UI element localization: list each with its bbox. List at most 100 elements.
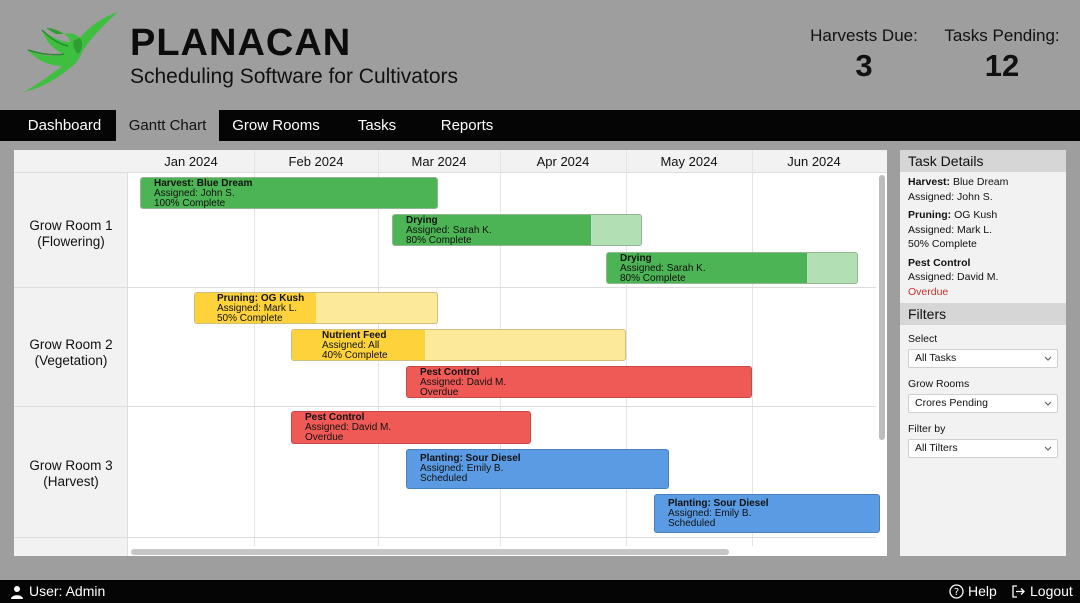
task-bar-text: Planting: Sour Diesel Assigned: Emily B.…: [668, 499, 769, 529]
header: PLANACAN Scheduling Software for Cultiva…: [0, 0, 1080, 110]
detail-task: Harvest:: [908, 176, 951, 188]
timeline-header: Jan 2024 Feb 2024 Mar 2024 Apr 2024 May …: [14, 150, 887, 173]
task-bar-text: Pest Control Assigned: David M. Overdue: [420, 368, 506, 398]
logout-link[interactable]: Logout: [1011, 580, 1073, 603]
logout-icon: [1012, 585, 1025, 598]
tab-grow-rooms[interactable]: Grow Rooms: [222, 110, 330, 141]
room-3-stage: (Harvest): [43, 474, 99, 489]
task-details-list: Harvest: Blue Dream Assigned: John S. Pr…: [900, 172, 1066, 299]
task-bar-text: Drying Assigned: Sarah K. 80% Complete: [406, 216, 492, 246]
task-bar-pest-control-2[interactable]: Pest Control Assigned: David M. Overdue: [291, 411, 531, 444]
task-status: 40% Complete: [322, 350, 388, 361]
vertical-scrollbar[interactable]: [879, 175, 885, 440]
task-bar-planting-sour-diesel-2[interactable]: Planting: Sour Diesel Assigned: Emily B.…: [654, 494, 880, 533]
detail-item-3: Pest Control Assigned: David M. Overdue: [908, 256, 1058, 300]
logout-label: Logout: [1030, 583, 1073, 599]
grow-rooms-value: Crores Pending: [915, 397, 988, 409]
harvests-due-value: 3: [855, 48, 873, 83]
month-mar: Mar 2024: [411, 154, 467, 169]
task-bar-nutrient-feed[interactable]: Nutrient Feed Assigned: All 40% Complete: [291, 329, 626, 361]
detail-item-2: Pruning: OG Kush Assigned: Mark L. 50% C…: [908, 208, 1058, 252]
month-jan: Jan 2024: [164, 154, 218, 169]
task-bar-text: Pest Control Assigned: David M. Overdue: [305, 413, 391, 443]
row-divider: [14, 537, 876, 538]
task-status: Scheduled: [420, 473, 468, 484]
tab-gantt-chart[interactable]: Gantt Chart: [116, 110, 219, 141]
task-details-title: Task Details: [900, 150, 1066, 172]
room-2-stage: (Vegetation): [34, 353, 108, 368]
grow-rooms-dropdown[interactable]: Crores Pending: [908, 394, 1058, 413]
grid-line: [752, 150, 753, 546]
filter-label-grow-rooms: Grow Rooms: [908, 378, 970, 390]
month-may: May 2024: [660, 154, 718, 169]
filter-by-dropdown[interactable]: All Tilters: [908, 439, 1058, 458]
row-divider: [14, 406, 876, 407]
room-2-name: Grow Room 2: [29, 337, 113, 352]
user-info: User: Admin: [10, 580, 105, 603]
detail-assigned: Assigned: Mark L.: [908, 223, 993, 236]
user-icon: [11, 585, 23, 599]
gantt-chart: Jan 2024 Feb 2024 Mar 2024 Apr 2024 May …: [14, 150, 887, 556]
room-label-1: Grow Room 1 (Flowering): [14, 218, 128, 250]
tab-tasks[interactable]: Tasks: [344, 110, 410, 141]
chevron-down-icon: [1044, 356, 1052, 361]
month-apr: Apr 2024: [536, 154, 590, 169]
task-bar-drying-2[interactable]: Drying Assigned: Sarah K. 80% Complete: [606, 252, 858, 284]
main-nav: Dashboard Gantt Chart Grow Rooms Tasks R…: [0, 110, 1080, 141]
task-bar-text: Nutrient Feed Assigned: All 40% Complete: [322, 331, 388, 361]
room-label-2: Grow Room 2 (Vegetation): [14, 337, 128, 369]
user-label: User: Admin: [29, 583, 106, 599]
month-jun: Jun 2024: [787, 154, 841, 169]
detail-task: Pest Control: [908, 256, 971, 269]
tab-dashboard[interactable]: Dashboard: [14, 110, 115, 141]
task-bar-planting-sour-diesel-1[interactable]: Planting: Sour Diesel Assigned: Emily B.…: [406, 449, 669, 489]
filters-title: Filters: [900, 303, 1066, 325]
select-dropdown[interactable]: All Tasks: [908, 349, 1058, 368]
task-bar-pruning-og-kush[interactable]: Pruning: OG Kush Assigned: Mark L. 50% C…: [194, 292, 438, 324]
help-link[interactable]: ? Help: [949, 580, 997, 603]
detail-assigned: Assigned: John S.: [908, 190, 993, 203]
select-value: All Tasks: [915, 352, 957, 364]
chevron-down-icon: [1044, 401, 1052, 406]
help-label: Help: [968, 583, 997, 599]
tasks-pending-stat: Tasks Pending: 12: [944, 26, 1060, 84]
task-status: 50% Complete: [217, 313, 283, 324]
harvests-due-stat: Harvests Due: 3: [810, 26, 918, 84]
detail-status: 50% Complete: [908, 238, 977, 250]
brand-subtitle: Scheduling Software for Cultivators: [130, 65, 458, 88]
detail-assigned: Assigned: David M.: [908, 271, 999, 283]
task-bar-text: Planting: Sour Diesel Assigned: Emily B.…: [420, 454, 521, 484]
svg-text:?: ?: [954, 587, 959, 598]
task-status: 80% Complete: [620, 273, 686, 284]
side-panel: Task Details Harvest: Blue Dream Assigne…: [900, 150, 1066, 556]
task-bar-text: Pruning: OG Kush Assigned: Mark L. 50% C…: [217, 294, 304, 324]
row-divider: [14, 287, 876, 288]
tab-reports[interactable]: Reports: [428, 110, 506, 141]
task-status: 100% Complete: [154, 198, 226, 209]
help-icon: ?: [949, 584, 964, 599]
filter-by-value: All Tilters: [915, 442, 958, 454]
month-feb: Feb 2024: [288, 154, 344, 169]
task-bar-harvest-blue-dream[interactable]: Harvest: Blue Dream Assigned: John S. 10…: [140, 177, 438, 209]
hummingbird-logo-icon: [24, 12, 118, 92]
brand-name: PLANACAN: [130, 22, 352, 64]
filter-label-select: Select: [908, 333, 938, 345]
brand: PLANACAN Scheduling Software for Cultiva…: [130, 22, 458, 90]
detail-item-1: Harvest: Blue Dream Assigned: John S.: [908, 175, 1058, 204]
footer: User: Admin ? Help Logout: [0, 580, 1080, 603]
grid-line: [254, 150, 255, 546]
room-1-name: Grow Room 1: [29, 218, 113, 233]
task-bar-pest-control-1[interactable]: Pest Control Assigned: David M. Overdue: [406, 366, 752, 398]
task-status: 80% Complete: [406, 235, 472, 246]
filter-label-filter-by: Filter by: [908, 423, 946, 435]
task-status: Overdue: [420, 387, 459, 398]
horizontal-scrollbar[interactable]: [131, 549, 729, 555]
room-3-name: Grow Room 3: [29, 458, 113, 473]
harvests-due-label: Harvests Due:: [810, 26, 918, 45]
chevron-down-icon: [1044, 446, 1052, 451]
room-label-3: Grow Room 3 (Harvest): [14, 458, 128, 490]
task-status: Overdue: [305, 432, 344, 443]
detail-name: OG Kush: [951, 209, 998, 221]
tasks-pending-value: 12: [984, 48, 1020, 83]
task-bar-drying-1[interactable]: Drying Assigned: Sarah K. 80% Complete: [392, 214, 642, 246]
